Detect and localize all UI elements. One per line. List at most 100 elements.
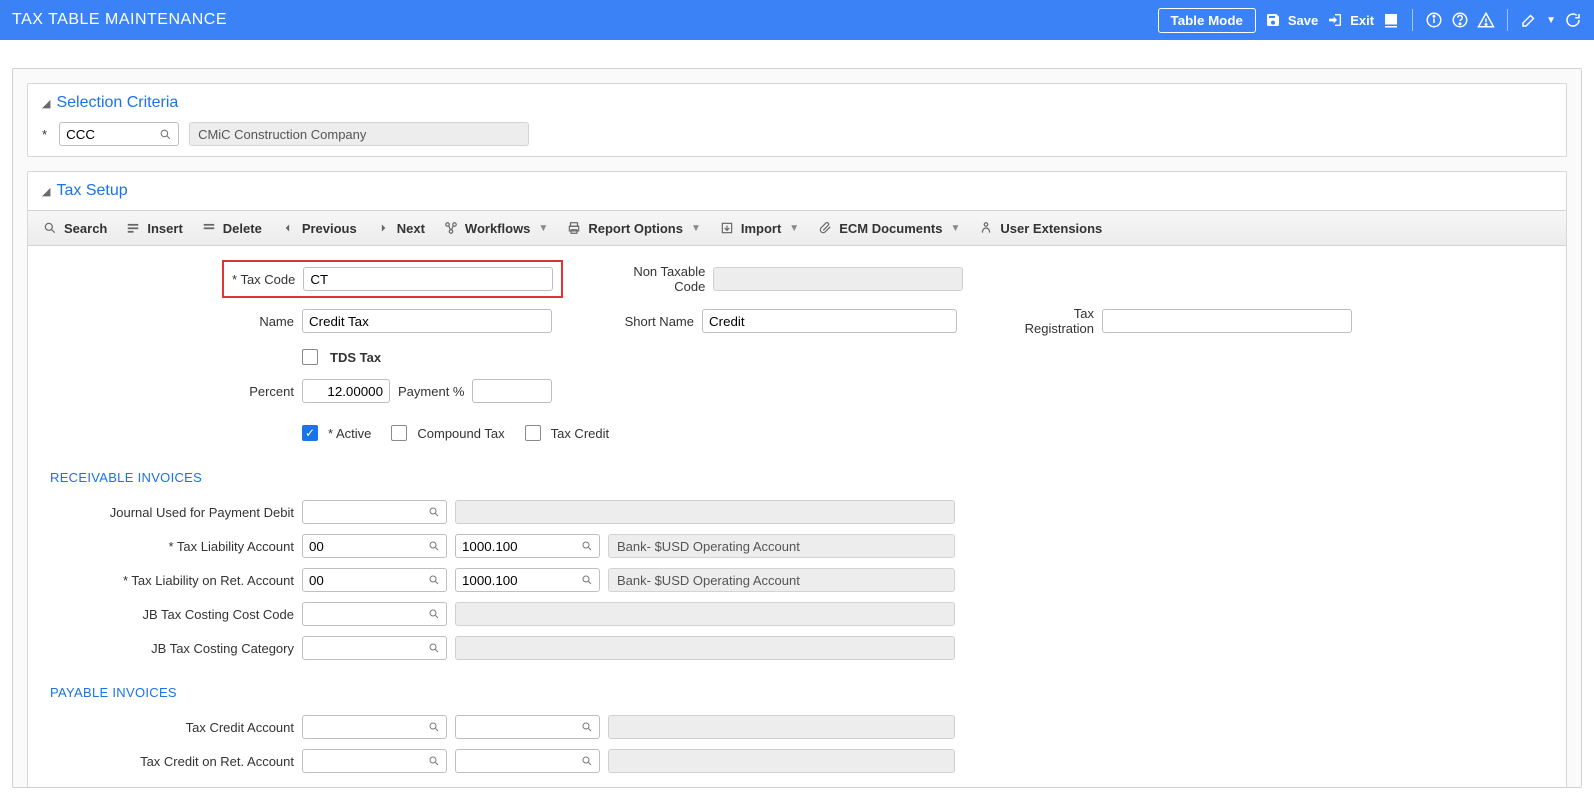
notes-icon[interactable]: [1382, 11, 1400, 29]
chevron-down-icon[interactable]: ▼: [1546, 15, 1556, 26]
info-icon[interactable]: [1425, 11, 1443, 29]
chevron-down-icon: ▼: [538, 223, 548, 234]
search-button[interactable]: Search: [42, 220, 107, 236]
tax-setup-header[interactable]: ◢ Tax Setup: [42, 182, 1552, 200]
edit-icon[interactable]: [1520, 11, 1538, 29]
save-icon: [1264, 11, 1282, 29]
workflow-icon: [443, 220, 459, 236]
included-in-voucher-checkbox[interactable]: [410, 787, 426, 788]
jb-cost-code-label: JB Tax Costing Cost Code: [42, 607, 302, 622]
search-icon[interactable]: [422, 506, 446, 518]
selection-criteria-panel: ◢ Selection Criteria * CMiC Construction…: [27, 83, 1567, 157]
company-name-display: CMiC Construction Company: [189, 122, 529, 146]
tax-liability-desc: Bank- $USD Operating Account: [608, 534, 955, 558]
jb-cost-code-lookup[interactable]: [302, 602, 447, 626]
tax-liability-ret-dept-lookup[interactable]: [302, 568, 447, 592]
tax-credit-acct-dept-lookup[interactable]: [302, 715, 447, 739]
jb-cost-cat-lookup[interactable]: [302, 636, 447, 660]
search-icon[interactable]: [153, 128, 178, 141]
previous-button[interactable]: Previous: [280, 220, 357, 236]
search-icon[interactable]: [422, 540, 446, 552]
insert-icon: [125, 220, 141, 236]
search-icon[interactable]: [422, 642, 446, 654]
refresh-icon[interactable]: [1564, 11, 1582, 29]
next-button[interactable]: Next: [375, 220, 425, 236]
collapse-icon: ◢: [42, 185, 50, 198]
search-icon[interactable]: [575, 721, 599, 733]
compound-tax-label: Compound Tax: [417, 426, 504, 441]
percent-label: Percent: [42, 384, 302, 399]
tax-credit-acct-desc: [608, 715, 955, 739]
tax-registration-label: Tax Registration: [1002, 306, 1102, 336]
warning-icon[interactable]: [1477, 11, 1495, 29]
search-icon[interactable]: [422, 574, 446, 586]
extensions-icon: [978, 220, 994, 236]
tax-setup-panel: ◢ Tax Setup Search Insert Delete Previou…: [27, 171, 1567, 788]
company-code-input[interactable]: [60, 123, 153, 145]
delete-button[interactable]: Delete: [201, 220, 262, 236]
tax-registration-input[interactable]: [1102, 309, 1352, 333]
insert-button[interactable]: Insert: [125, 220, 182, 236]
tax-setup-toolbar: Search Insert Delete Previous Next Workf…: [28, 210, 1566, 246]
tax-code-highlight: Tax Code: [222, 260, 563, 298]
ecm-documents-button[interactable]: ECM Documents▼: [817, 220, 960, 236]
company-code-lookup[interactable]: [59, 122, 179, 146]
tax-credit-label: Tax Credit: [551, 426, 610, 441]
direct-pay-label: Direct Pay: [330, 788, 390, 789]
search-icon[interactable]: [422, 721, 446, 733]
compound-tax-checkbox[interactable]: [391, 425, 407, 441]
tax-credit-acct-label: Tax Credit Account: [42, 720, 302, 735]
save-label: Save: [1288, 13, 1318, 28]
short-name-label: Short Name: [622, 314, 702, 329]
direct-pay-checkbox[interactable]: [302, 787, 318, 788]
non-taxable-code-label: Non Taxable Code: [603, 264, 713, 294]
workflows-button[interactable]: Workflows▼: [443, 220, 548, 236]
exit-icon: [1326, 11, 1344, 29]
tds-tax-label: TDS Tax: [330, 350, 381, 365]
table-mode-button[interactable]: Table Mode: [1158, 8, 1256, 33]
tax-code-label: Tax Code: [232, 272, 295, 287]
search-icon[interactable]: [575, 755, 599, 767]
report-options-button[interactable]: Report Options▼: [566, 220, 701, 236]
tax-setup-title: Tax Setup: [56, 182, 127, 200]
payment-pct-input[interactable]: [472, 379, 552, 403]
included-in-voucher-label: Included in Voucher Amount: [438, 788, 600, 789]
arrow-left-icon: [280, 220, 296, 236]
tax-credit-ret-dept-lookup[interactable]: [302, 749, 447, 773]
tax-code-input[interactable]: [303, 267, 553, 291]
save-button[interactable]: Save: [1264, 11, 1318, 29]
header-actions: Table Mode Save Exit ▼: [1158, 8, 1582, 33]
name-input[interactable]: [302, 309, 552, 333]
search-icon[interactable]: [575, 574, 599, 586]
app-header: TAX TABLE MAINTENANCE Table Mode Save Ex…: [0, 0, 1594, 40]
non-taxable-code-field: [713, 267, 963, 291]
tax-liability-dept-lookup[interactable]: [302, 534, 447, 558]
tax-credit-ret-acct-lookup[interactable]: [455, 749, 600, 773]
delete-icon: [201, 220, 217, 236]
tax-liability-ret-acct-lookup[interactable]: [455, 568, 600, 592]
tax-credit-acct-lookup[interactable]: [455, 715, 600, 739]
payment-pct-label: Payment %: [398, 384, 464, 399]
exit-label: Exit: [1350, 13, 1374, 28]
import-icon: [719, 220, 735, 236]
tax-credit-checkbox[interactable]: [525, 425, 541, 441]
percent-input[interactable]: [302, 379, 390, 403]
attachment-icon: [817, 220, 833, 236]
separator: [1412, 9, 1413, 31]
import-button[interactable]: Import▼: [719, 220, 799, 236]
tds-tax-checkbox[interactable]: [302, 349, 318, 365]
payable-section-title: PAYABLE INVOICES: [50, 685, 1552, 700]
search-icon[interactable]: [575, 540, 599, 552]
short-name-input[interactable]: [702, 309, 957, 333]
help-icon[interactable]: [1451, 11, 1469, 29]
search-icon[interactable]: [422, 755, 446, 767]
search-icon[interactable]: [422, 608, 446, 620]
active-checkbox[interactable]: ✓: [302, 425, 318, 441]
journal-lookup[interactable]: [302, 500, 447, 524]
exit-button[interactable]: Exit: [1326, 11, 1374, 29]
user-extensions-button[interactable]: User Extensions: [978, 220, 1102, 236]
tax-liability-acct-lookup[interactable]: [455, 534, 600, 558]
tax-liability-label: Tax Liability Account: [42, 539, 302, 554]
chevron-down-icon: ▼: [789, 223, 799, 234]
selection-criteria-header[interactable]: ◢ Selection Criteria: [42, 94, 1552, 112]
